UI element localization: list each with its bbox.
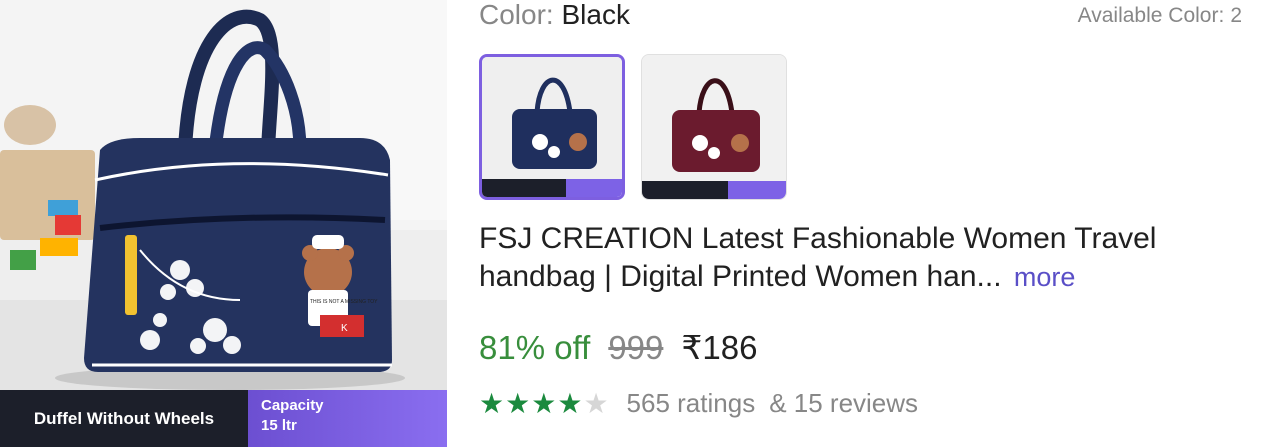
more-link[interactable]: more	[1014, 262, 1076, 292]
product-image[interactable]: THIS IS NOT A MISSING TOY K Duffel Witho…	[0, 0, 447, 447]
star-icon: ★	[505, 387, 531, 419]
price-row: 81% off 999 ₹186	[479, 328, 757, 367]
navy-bag-thumb-image	[482, 57, 622, 197]
star-icon: ★	[531, 387, 557, 419]
star-rating: ★ ★ ★ ★ ★	[479, 387, 609, 419]
star-icon: ★	[479, 387, 505, 419]
star-icon: ★	[557, 387, 583, 419]
color-value: Black	[561, 0, 630, 30]
reviews-count: & 15 reviews	[769, 388, 919, 418]
capacity-value: 15 ltr	[261, 417, 297, 434]
original-price: 999	[608, 329, 664, 366]
selected-color: Color: Black	[479, 0, 630, 30]
available-label: Available Color:	[1077, 4, 1225, 27]
book-letter: K	[341, 323, 348, 334]
maroon-bag-thumb-image	[642, 55, 786, 199]
rating-row[interactable]: ★ ★ ★ ★ ★ 565 ratings & 15 reviews	[479, 388, 918, 419]
bag-illustration: THIS IS NOT A MISSING TOY K	[0, 0, 447, 447]
caption-type: Duffel Without Wheels	[0, 390, 248, 447]
swatch-maroon[interactable]	[641, 54, 787, 200]
selling-price: ₹186	[681, 329, 758, 366]
capacity-label: Capacity	[261, 397, 324, 414]
star-icon: ★	[583, 387, 609, 419]
product-info-panel: Color: Black Available Color: 2 FSJ CREA…	[447, 0, 1280, 447]
available-count: 2	[1230, 4, 1242, 27]
color-label: Color:	[479, 0, 554, 30]
swatch-navy[interactable]	[479, 54, 625, 200]
discount-percent: 81% off	[479, 329, 591, 366]
color-swatches	[479, 54, 787, 200]
available-colors: Available Color: 2	[1078, 4, 1242, 28]
tee-text: THIS IS NOT A MISSING TOY	[310, 299, 378, 305]
image-caption: Duffel Without Wheels Capacity 15 ltr	[0, 390, 447, 447]
ratings-count: 565 ratings	[626, 388, 756, 418]
caption-capacity: Capacity 15 ltr	[248, 390, 447, 447]
product-title: FSJ CREATION Latest Fashionable Women Tr…	[479, 220, 1239, 296]
